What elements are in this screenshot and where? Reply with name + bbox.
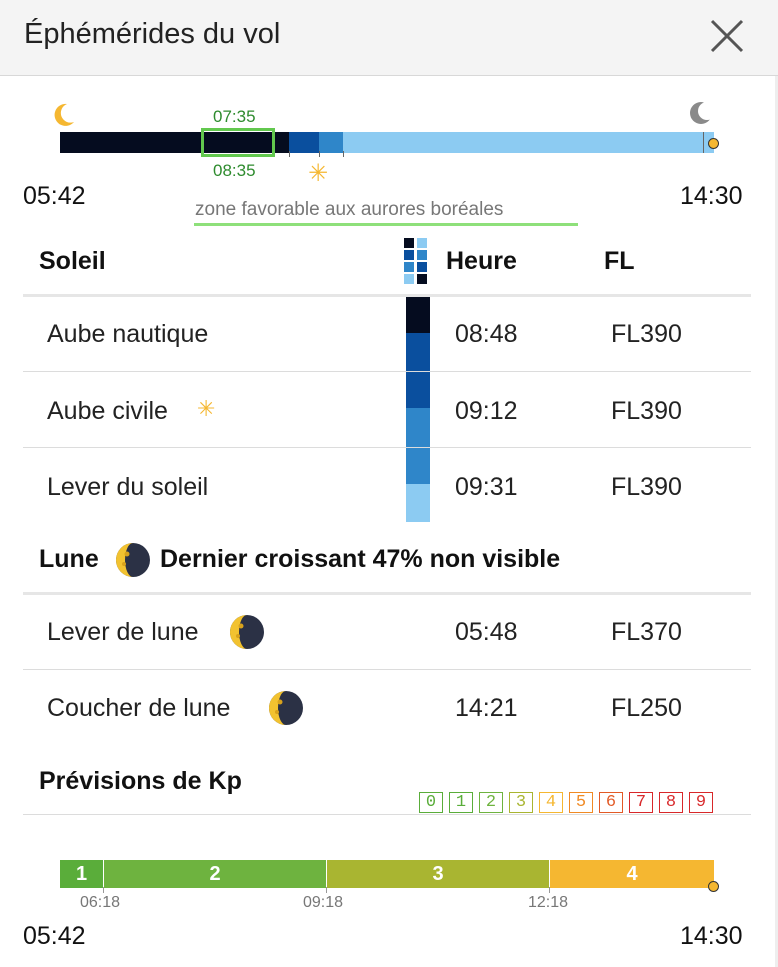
kp-start-time: 05:42 xyxy=(23,922,86,950)
kp-scale-box: 7 xyxy=(629,792,653,813)
kp-scale-box: 8 xyxy=(659,792,683,813)
divider xyxy=(23,814,751,815)
kp-scale-box: 0 xyxy=(419,792,443,813)
kp-scale-box: 1 xyxy=(449,792,473,813)
kp-bar-segment: 3 xyxy=(327,860,549,888)
aurora-window xyxy=(201,128,275,157)
sun-row-fl: FL390 xyxy=(611,473,682,501)
sun-row-time: 08:48 xyxy=(455,320,518,348)
divider xyxy=(23,669,751,670)
kp-tick xyxy=(103,887,104,893)
moon-section-title: Lune xyxy=(39,545,99,573)
sun-row-label: Aube civile xyxy=(47,397,168,425)
aurora-label: zone favorable aux aurores boréales xyxy=(195,199,504,220)
kp-tick-label: 06:18 xyxy=(80,894,121,911)
timeline-tick xyxy=(319,151,320,157)
flight-timeline xyxy=(60,128,714,157)
divider xyxy=(23,294,751,297)
moon-row-time: 05:48 xyxy=(455,618,518,646)
moon-row-label: Lever de lune xyxy=(47,618,199,646)
kp-tick xyxy=(326,887,327,893)
kp-tick-label: 09:18 xyxy=(303,894,344,911)
divider xyxy=(23,592,751,595)
aurora-end-time: 08:35 xyxy=(213,161,256,180)
dialog-title: Éphémérides du vol xyxy=(24,18,281,50)
aurora-start-time: 07:35 xyxy=(213,107,256,126)
column-header-fl: FL xyxy=(604,247,635,275)
dialog-header: Éphémérides du vol xyxy=(0,0,778,76)
kp-tick xyxy=(549,887,550,893)
aurora-underline xyxy=(194,223,578,226)
moon-row-label: Coucher de lune xyxy=(47,694,231,722)
timeline-end-time: 14:30 xyxy=(680,182,743,210)
sun-row-fl: FL390 xyxy=(611,320,682,348)
moon-phase-icon xyxy=(229,614,265,650)
divider xyxy=(23,371,751,372)
civil-dawn-sun-icon: ✳ xyxy=(197,396,216,421)
kp-scale-box: 5 xyxy=(569,792,593,813)
moon-start-icon xyxy=(52,102,76,128)
kp-scale-box: 6 xyxy=(599,792,623,813)
civil-segment xyxy=(319,132,343,153)
day-segment xyxy=(343,132,714,153)
close-icon[interactable] xyxy=(706,15,748,57)
kp-bar-segment: 4 xyxy=(550,860,714,888)
sun-row-time: 09:12 xyxy=(455,397,518,425)
light-gradient-bar xyxy=(406,297,430,522)
light-legend-icon xyxy=(404,238,430,286)
kp-scale-box: 4 xyxy=(539,792,563,813)
moon-row-time: 14:21 xyxy=(455,694,518,722)
kp-tick-label: 12:18 xyxy=(528,894,569,911)
sun-section-title: Soleil xyxy=(39,247,106,275)
kp-scale-box: 3 xyxy=(509,792,533,813)
sun-row-label: Lever du soleil xyxy=(47,473,209,501)
timeline-start-time: 05:42 xyxy=(23,182,86,210)
timeline-tick xyxy=(703,132,704,153)
timeline-tick xyxy=(289,151,290,157)
moon-end-icon xyxy=(688,100,716,126)
moon-row-fl: FL250 xyxy=(611,694,682,722)
sun-row-time: 09:31 xyxy=(455,473,518,501)
aircraft-end-marker xyxy=(708,138,719,149)
timeline-tick xyxy=(343,151,344,157)
sun-row-fl: FL390 xyxy=(611,397,682,425)
moon-phase-icon xyxy=(115,542,151,578)
column-header-time: Heure xyxy=(446,247,517,275)
aircraft-end-marker xyxy=(708,881,719,892)
kp-scale-box: 9 xyxy=(689,792,713,813)
kp-end-time: 14:30 xyxy=(680,922,743,950)
moon-phase-icon xyxy=(268,690,304,726)
moon-phase-text: Dernier croissant 47% non visible xyxy=(160,545,561,573)
moon-row-fl: FL370 xyxy=(611,618,682,646)
civil-dawn-sun-icon: ✳ xyxy=(308,160,329,187)
nautical-segment xyxy=(289,132,319,153)
kp-scale-box: 2 xyxy=(479,792,503,813)
kp-bar-segment: 1 xyxy=(60,860,103,888)
divider xyxy=(23,447,751,448)
kp-section-title: Prévisions de Kp xyxy=(39,767,242,795)
kp-bar-segment: 2 xyxy=(104,860,326,888)
sun-row-label: Aube nautique xyxy=(47,320,209,348)
